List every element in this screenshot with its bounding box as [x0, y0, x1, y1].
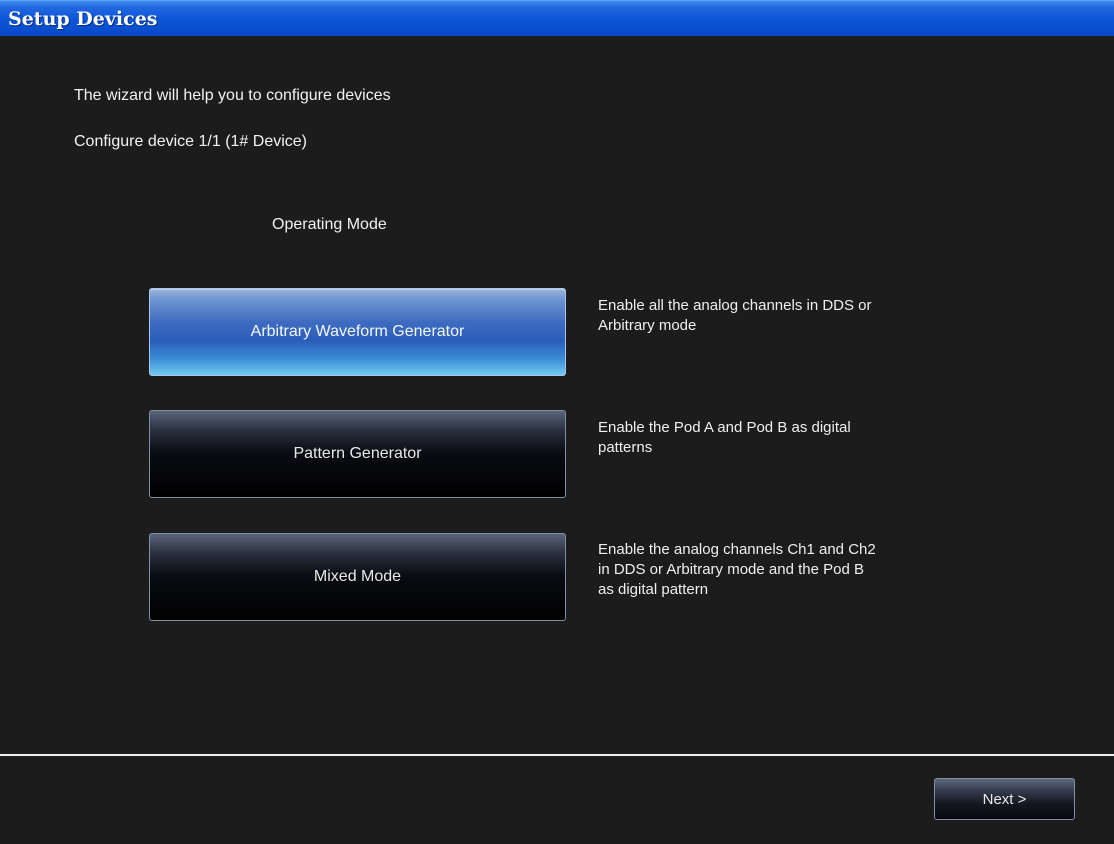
next-button[interactable]: Next >	[934, 778, 1075, 820]
operating-mode-heading: Operating Mode	[272, 216, 387, 233]
pattern-generator-button[interactable]: Pattern Generator	[149, 410, 566, 498]
wizard-intro-text: The wizard will help you to configure de…	[74, 87, 391, 104]
mode-button-label: Arbitrary Waveform Generator	[250, 323, 465, 340]
mode-button-label: Pattern Generator	[293, 445, 422, 462]
pattern-generator-description: Enable the Pod A and Pod B as digital pa…	[598, 419, 851, 456]
arbitrary-waveform-generator-button[interactable]: Arbitrary Waveform Generator	[149, 288, 566, 376]
mixed-mode-description: Enable the analog channels Ch1 and Ch2 i…	[598, 541, 876, 598]
setup-devices-window: Setup Devices The wizard will help you t…	[0, 0, 1114, 844]
mode-button-label: Mixed Mode	[313, 568, 402, 585]
arbitrary-waveform-generator-description: Enable all the analog channels in DDS or…	[598, 297, 872, 334]
configure-device-text: Configure device 1/1 (1# Device)	[74, 133, 308, 150]
title-bar[interactable]: Setup Devices	[0, 0, 1114, 36]
next-button-label: Next >	[982, 790, 1027, 808]
mixed-mode-button[interactable]: Mixed Mode	[149, 533, 566, 621]
window-title: Setup Devices	[8, 8, 158, 30]
footer-separator	[0, 754, 1114, 756]
